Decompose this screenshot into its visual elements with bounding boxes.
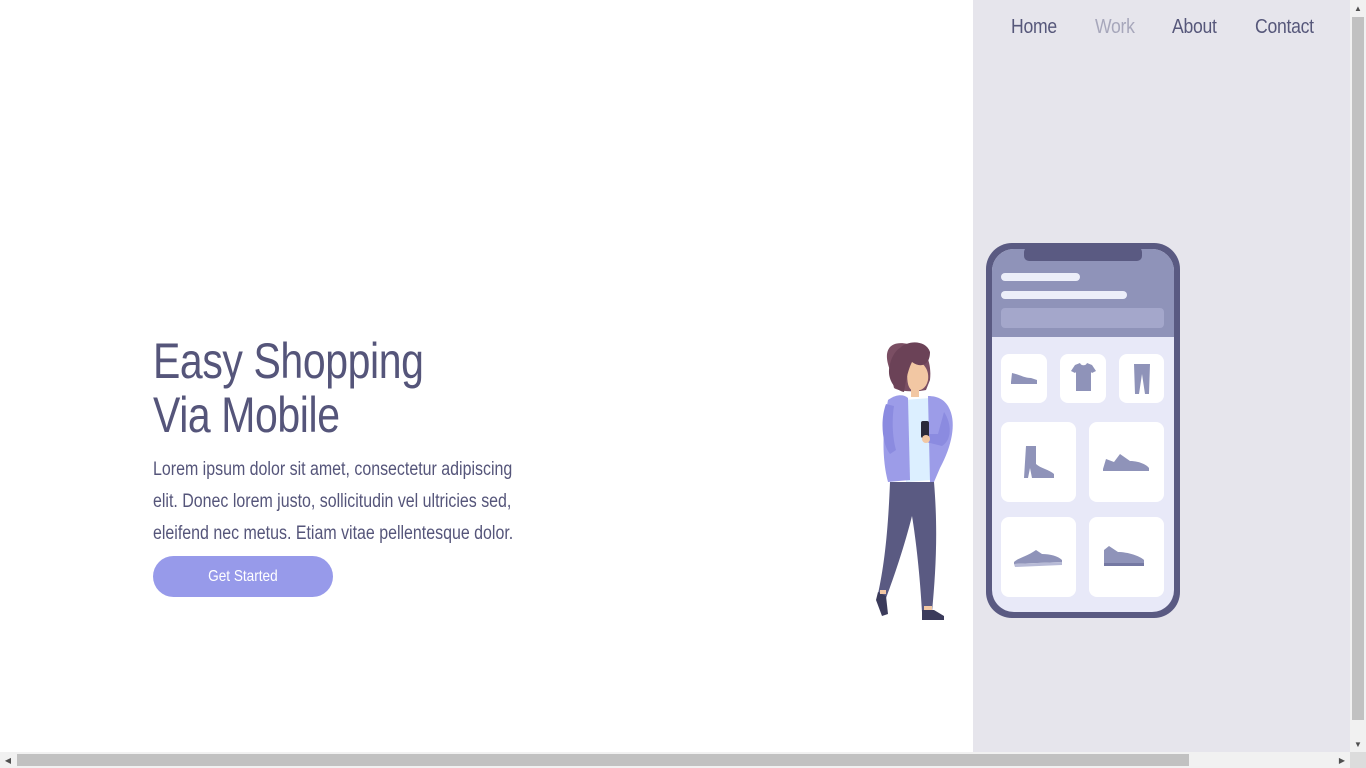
nav-home[interactable]: Home [1011,16,1057,39]
illustration-svg [876,243,1180,620]
horizontal-scrollbar[interactable]: ◀ ▶ [0,752,1350,768]
hero-section: Easy Shopping Via Mobile Lorem ipsum dol… [153,334,533,550]
woman-figure [876,342,953,620]
page: Home Work About Contact Easy Shopping Vi… [0,0,1350,752]
nav-contact[interactable]: Contact [1255,16,1314,39]
scrollbar-corner [1350,752,1366,768]
phone-illustration [986,243,1180,618]
hero-description: Lorem ipsum dolor sit amet, consectetur … [153,459,514,544]
hero-title-line-2: Via Mobile [153,387,340,443]
shopping-illustration [860,240,1190,630]
scroll-left-icon[interactable]: ◀ [0,752,16,768]
nav-about[interactable]: About [1172,16,1217,39]
nav-work[interactable]: Work [1095,16,1135,39]
get-started-label: Get Started [208,567,278,585]
scroll-down-icon[interactable]: ▼ [1350,736,1366,752]
vertical-scrollbar-thumb[interactable] [1352,17,1364,720]
hero-title-line-1: Easy Shopping [153,333,424,389]
vertical-scrollbar[interactable]: ▲ ▼ [1350,0,1366,752]
top-nav: Home Work About Contact [1011,16,1350,39]
horizontal-scrollbar-thumb[interactable] [17,754,1189,766]
get-started-button[interactable]: Get Started [153,556,333,597]
scroll-right-icon[interactable]: ▶ [1334,752,1350,768]
scroll-up-icon[interactable]: ▲ [1350,0,1366,16]
hero-title: Easy Shopping Via Mobile [153,334,465,442]
